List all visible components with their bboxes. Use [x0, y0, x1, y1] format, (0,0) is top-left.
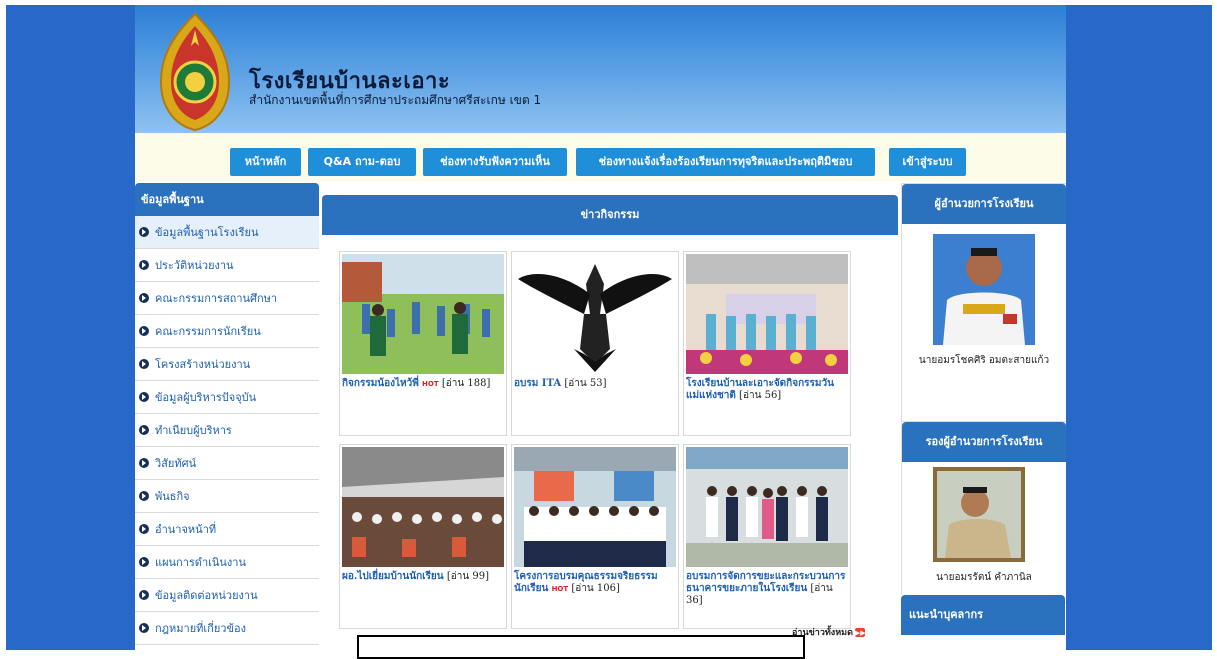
- arrow-circle-icon: [139, 326, 149, 336]
- arrow-circle-icon: [139, 359, 149, 369]
- sidebar-item-mission[interactable]: พันธกิจ: [135, 480, 319, 513]
- news-grid: กิจกรรมน้องไหว้พี่ HOT [อ่าน 188] อบรม I…: [322, 235, 898, 650]
- news-caption: ผอ.ไปเยี่ยมบ้านนักเรียน [อ่าน 99]: [342, 571, 502, 583]
- news-photo: [342, 447, 504, 567]
- hot-badge: HOT: [551, 585, 569, 593]
- sidebar-item-label: แผนการดำเนินงาน: [155, 556, 246, 569]
- news-photo: [514, 447, 676, 567]
- sidebar-item-label: อำนาจหน้าที่: [155, 523, 217, 536]
- arrow-circle-icon: [139, 293, 149, 303]
- arrow-circle-icon: [139, 623, 149, 633]
- news-read-count: [อ่าน 106]: [571, 583, 620, 594]
- news-caption: กิจกรรมน้องไหว้พี่ HOT [อ่าน 188]: [342, 378, 502, 390]
- sidebar-item-label: พันธกิจ: [155, 490, 190, 503]
- arrow-circle-icon: [139, 425, 149, 435]
- arrow-circle-icon: [139, 227, 149, 237]
- sidebar-item-label: คณะกรรมการนักเรียน: [155, 325, 261, 338]
- sidebar-item-label: โครงสร้างหน่วยงาน: [155, 358, 251, 371]
- sidebar-item-student-council[interactable]: คณะกรรมการนักเรียน: [135, 315, 319, 348]
- director-panel: ผู้อำนวยการโรงเรียน นายอมรโชคศิริ อมตะสา…: [901, 183, 1066, 425]
- site-header: โรงเรียนบ้านละเอาะ สำนักงานเขตพื้นที่การ…: [135, 5, 1066, 133]
- nav-complaint-button[interactable]: ช่องทางแจ้งเรื่องร้องเรียนการทุจริตและปร…: [576, 148, 875, 176]
- news-card[interactable]: ผอ.ไปเยี่ยมบ้านนักเรียน [อ่าน 99]: [339, 444, 507, 629]
- news-title[interactable]: อบรม ITA: [514, 378, 561, 389]
- news-card[interactable]: กิจกรรมน้องไหว้พี่ HOT [อ่าน 188]: [339, 251, 507, 436]
- sidebar-item-label: ทำเนียบผู้บริหาร: [155, 424, 232, 437]
- sidebar-item-plan[interactable]: แผนการดำเนินงาน: [135, 546, 319, 579]
- news-card[interactable]: อบรม ITA [อ่าน 53]: [511, 251, 679, 436]
- sidebar-item-label: ประวัติหน่วยงาน: [155, 259, 234, 272]
- site-subtitle: สำนักงานเขตพื้นที่การศึกษาประถมศึกษาศรีส…: [249, 93, 542, 107]
- news-heading: ข่าวกิจกรรม: [322, 195, 898, 235]
- news-read-count: [อ่าน 99]: [446, 571, 489, 582]
- arrow-circle-icon: [139, 524, 149, 534]
- news-photo: [342, 254, 504, 374]
- sidebar-heading: ข้อมูลพื้นฐาน: [135, 183, 319, 216]
- arrow-circle-icon: [139, 491, 149, 501]
- sidebar-item-structure[interactable]: โครงสร้างหน่วยงาน: [135, 348, 319, 381]
- news-read-count: [อ่าน 53]: [564, 378, 607, 389]
- nav-home-button[interactable]: หน้าหลัก: [230, 148, 301, 176]
- nav-login-button[interactable]: เข้าสู่ระบบ: [889, 148, 966, 176]
- sidebar-item-current-admin[interactable]: ข้อมูลผู้บริหารปัจจุบัน: [135, 381, 319, 414]
- nav-qa-button[interactable]: Q&A ถาม-ตอบ: [308, 148, 416, 176]
- news-title[interactable]: ผอ.ไปเยี่ยมบ้านนักเรียน: [342, 571, 444, 582]
- main-nav: หน้าหลัก Q&A ถาม-ตอบ ช่องทางรับฟังความเห…: [135, 133, 1066, 181]
- news-title[interactable]: กิจกรรมน้องไหว้พี่: [342, 378, 419, 389]
- news-caption: อบรม ITA [อ่าน 53]: [514, 378, 674, 390]
- fast-forward-icon: ▶▶: [854, 628, 866, 637]
- staff-heading: แนะนำบุคลากร: [901, 595, 1065, 635]
- news-caption: อบรมการจัดการขยะและกระบวนการธนาคารขยะภาย…: [686, 571, 846, 607]
- director-photo: [933, 234, 1035, 345]
- news-read-count: [อ่าน 188]: [441, 378, 491, 389]
- sidebar-item-laws[interactable]: กฎหมายที่เกี่ยวข้อง: [135, 612, 319, 645]
- sidebar-item-authority[interactable]: อำนาจหน้าที่: [135, 513, 319, 546]
- popup-box: [357, 635, 805, 659]
- hot-badge: HOT: [422, 380, 439, 388]
- news-read-count: [อ่าน 56]: [739, 390, 782, 401]
- sidebar-item-school-board[interactable]: คณะกรรมการสถานศึกษา: [135, 282, 319, 315]
- news-photo: [514, 254, 676, 374]
- news-photo: [686, 447, 848, 567]
- deputy-heading: รองผู้อำนวยการโรงเรียน: [902, 422, 1066, 462]
- deputy-photo: [933, 467, 1025, 562]
- news-caption: โครงการอบรมคุณธรรมจริยธรรมนักเรียน HOT […: [514, 571, 674, 595]
- sidebar-item-label: ข้อมูลติดต่อหน่วยงาน: [155, 589, 258, 602]
- news-card[interactable]: โครงการอบรมคุณธรรมจริยธรรมนักเรียน HOT […: [511, 444, 679, 629]
- sidebar-item-admin-list[interactable]: ทำเนียบผู้บริหาร: [135, 414, 319, 447]
- arrow-circle-icon: [139, 458, 149, 468]
- page-container: โรงเรียนบ้านละเอาะ สำนักงานเขตพื้นที่การ…: [135, 5, 1066, 650]
- arrow-circle-icon: [139, 392, 149, 402]
- news-caption: โรงเรียนบ้านละเอาะจัดกิจกรรมวันแม่แห่งชา…: [686, 378, 846, 402]
- sidebar-item-label: คณะกรรมการสถานศึกษา: [155, 292, 278, 305]
- arrow-circle-icon: [139, 557, 149, 567]
- sidebar-item-label: ข้อมูลผู้บริหารปัจจุบัน: [155, 391, 257, 404]
- deputy-panel: รองผู้อำนวยการโรงเรียน นายอมรรัตน์ คำภาน…: [901, 421, 1066, 603]
- right-sidebar: ผู้อำนวยการโรงเรียน นายอมรโชคศิริ อมตะสา…: [901, 183, 1066, 650]
- sidebar: ข้อมูลพื้นฐาน ข้อมูลพื้นฐานโรงเรียน ประว…: [135, 183, 319, 650]
- sidebar-item-history[interactable]: ประวัติหน่วยงาน: [135, 249, 319, 282]
- arrow-circle-icon: [139, 260, 149, 270]
- news-panel: ข่าวกิจกรรม กิจกรรมน้องไหว้พี่ HOT [อ่าน…: [322, 195, 898, 650]
- news-photo: [686, 254, 848, 374]
- school-emblem-logo: [159, 12, 231, 132]
- sidebar-item-vision[interactable]: วิสัยทัศน์: [135, 447, 319, 480]
- sidebar-item-school-info[interactable]: ข้อมูลพื้นฐานโรงเรียน: [135, 216, 319, 249]
- sidebar-item-label: กฎหมายที่เกี่ยวข้อง: [155, 622, 246, 635]
- arrow-circle-icon: [139, 590, 149, 600]
- news-card[interactable]: โรงเรียนบ้านละเอาะจัดกิจกรรมวันแม่แห่งชา…: [683, 251, 851, 436]
- sidebar-item-contact[interactable]: ข้อมูลติดต่อหน่วยงาน: [135, 579, 319, 612]
- staff-panel: แนะนำบุคลากร: [901, 595, 1065, 650]
- sidebar-item-label: วิสัยทัศน์: [155, 457, 197, 470]
- news-card[interactable]: อบรมการจัดการขยะและกระบวนการธนาคารขยะภาย…: [683, 444, 851, 629]
- nav-feedback-button[interactable]: ช่องทางรับฟังความเห็น: [423, 148, 567, 176]
- director-heading: ผู้อำนวยการโรงเรียน: [902, 184, 1066, 224]
- deputy-name: นายอมรรัตน์ คำภานิล: [936, 572, 1032, 583]
- sidebar-item-label: ข้อมูลพื้นฐานโรงเรียน: [155, 226, 259, 239]
- director-name: นายอมรโชคศิริ อมตะสายแก้ว: [918, 355, 1050, 366]
